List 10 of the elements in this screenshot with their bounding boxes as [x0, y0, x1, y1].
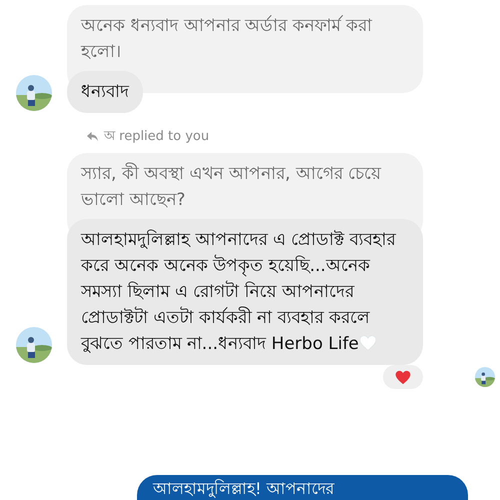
heart-icon — [395, 370, 411, 384]
avatar — [16, 327, 52, 363]
reaction-badge[interactable] — [383, 365, 423, 389]
avatar — [16, 75, 52, 111]
message-bubble: আলহামদুলিল্লাহ আপনাদের এ প্রোডাক্ট ব্যবহার করে অনেক অনেক উপকৃত হয়েছি...অনেক সমস্যা ছিলাম এ রোগটা নিয়ে আপনাদের প্রোডাক্টটা এতটা কার্যকরী না ব্যবহার করলে বুঝতে পারতাম না...ধন্যবাদ Herbo Life — [67, 219, 423, 365]
message-bubble: আলহামদুলিল্লাহ! আপনাদের — [137, 475, 468, 500]
reply-note: অ replied to you — [104, 128, 210, 146]
avatar — [475, 367, 495, 387]
reply-icon — [86, 130, 99, 142]
message-bubble: ধন্যবাদ — [67, 71, 143, 113]
